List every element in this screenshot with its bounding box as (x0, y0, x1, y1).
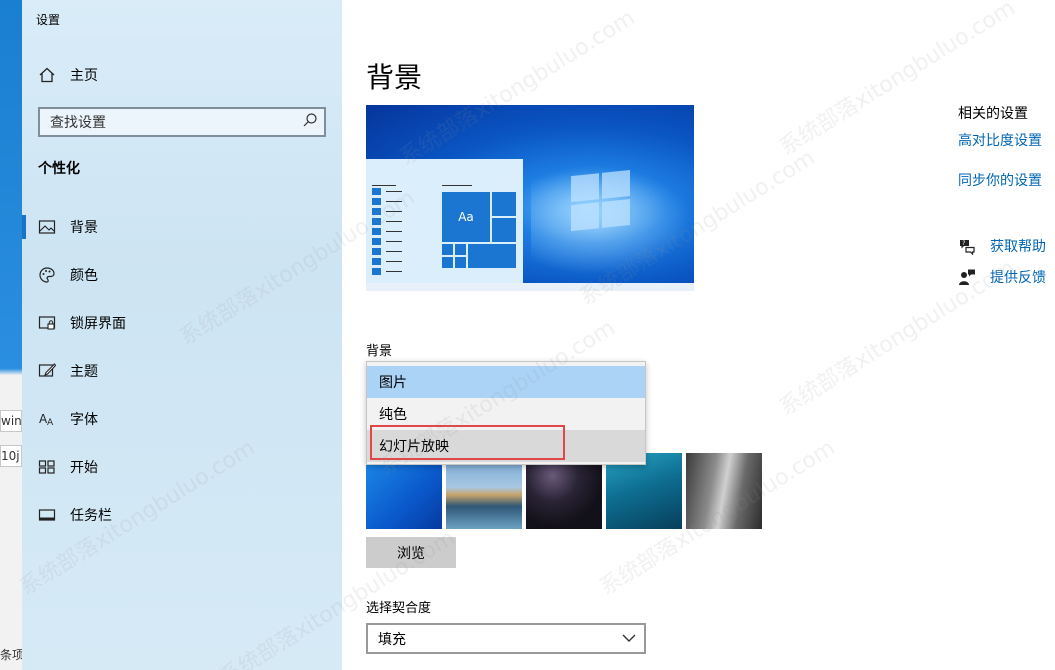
preview-tiles: Aa (442, 192, 517, 284)
taskbar-icon (38, 506, 56, 524)
sidebar-nav: 背景 颜色 锁屏界面 主题 AA 字体 开始 任务栏 (22, 203, 342, 539)
preview-start-menu: Aa (366, 159, 523, 283)
window-title: 设置 (36, 13, 61, 27)
sidebar-item-fonts[interactable]: AA 字体 (22, 395, 342, 443)
give-feedback-label: 提供反馈 (990, 270, 1046, 286)
desktop-preview: Aa (366, 105, 694, 291)
preview-taskbar-strip (366, 283, 694, 291)
sidebar-item-home[interactable]: 主页 (38, 64, 98, 86)
sidebar-item-label: 颜色 (70, 268, 98, 284)
page-title: 背景 (366, 61, 423, 94)
search-placeholder: 查找设置 (50, 115, 106, 131)
sidebar-item-taskbar[interactable]: 任务栏 (22, 491, 342, 539)
sidebar-item-label: 任务栏 (70, 508, 112, 524)
preview-app-list (372, 187, 402, 277)
fit-select[interactable]: 填充 (366, 623, 646, 654)
sidebar-item-label: 主页 (70, 68, 98, 84)
sidebar-item-start[interactable]: 开始 (22, 443, 342, 491)
search-input[interactable]: 查找设置 (38, 107, 326, 137)
section-title: 个性化 (38, 161, 80, 177)
feedback-icon (958, 268, 976, 286)
recent-image-thumbnail[interactable] (686, 453, 762, 529)
get-help-label: 获取帮助 (990, 239, 1046, 255)
desktop-background: win1 10j 条项 (0, 0, 22, 670)
sidebar-item-colors[interactable]: 颜色 (22, 251, 342, 299)
sidebar-item-label: 开始 (70, 460, 98, 476)
settings-sidebar: 设置 主页 查找设置 个性化 背景 颜色 锁屏界面 主题 A A 字体 开始 任… (22, 0, 342, 670)
get-help-link[interactable]: ? 获取帮助 (958, 236, 1046, 256)
sync-settings-link[interactable]: 同步你的设置 (958, 170, 1042, 190)
sidebar-item-label: 字体 (70, 412, 98, 428)
fit-label: 选择契合度 (366, 601, 432, 616)
svg-text:?: ? (962, 240, 965, 247)
sidebar-item-label: 锁屏界面 (70, 316, 126, 332)
picture-icon (38, 218, 56, 236)
background-type-label: 背景 (366, 344, 393, 359)
sidebar-item-lock-screen[interactable]: 锁屏界面 (22, 299, 342, 347)
theme-brush-icon (38, 362, 56, 380)
home-icon (38, 66, 56, 84)
sidebar-item-background[interactable]: 背景 (22, 203, 342, 251)
sidebar-item-label: 主题 (70, 364, 98, 380)
windows-logo-icon (571, 169, 631, 232)
palette-icon (38, 266, 56, 284)
dropdown-option-picture[interactable]: 图片 (367, 366, 645, 398)
font-icon: AA (38, 410, 56, 428)
start-grid-icon (38, 458, 56, 476)
fit-select-value: 填充 (378, 631, 406, 648)
chevron-down-icon (622, 631, 636, 647)
give-feedback-link[interactable]: 提供反馈 (958, 267, 1046, 287)
sidebar-item-label: 背景 (70, 220, 98, 236)
annotation-highlight-box (370, 425, 565, 460)
high-contrast-link[interactable]: 高对比度设置 (958, 130, 1042, 150)
search-icon[interactable] (302, 112, 318, 132)
lock-screen-icon (38, 314, 56, 332)
background-window-fragment: 条项 (0, 645, 22, 667)
settings-main-pane: 背景 Aa 背景 浏览 选择契合度 填充 图片 纯色 幻灯片放映 相关的设置 高… (342, 0, 1055, 670)
browse-button[interactable]: 浏览 (366, 537, 456, 568)
preview-tile-aa: Aa (442, 192, 490, 242)
help-chat-icon: ? (958, 237, 976, 256)
svg-text:A: A (47, 418, 54, 428)
background-window-fragment: win1 (0, 410, 22, 432)
background-window-fragment: 10j (0, 445, 22, 467)
related-settings-title: 相关的设置 (958, 106, 1028, 122)
sidebar-item-themes[interactable]: 主题 (22, 347, 342, 395)
